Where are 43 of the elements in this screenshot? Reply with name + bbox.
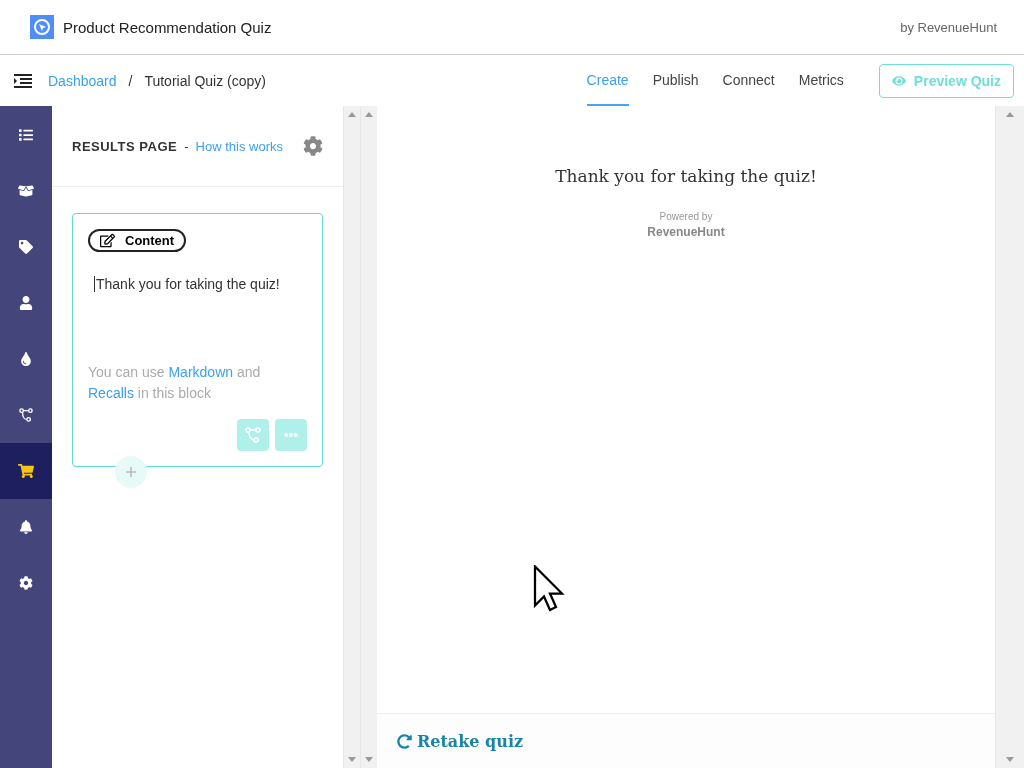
settings-icon[interactable]: [303, 136, 323, 156]
bell-icon: [19, 520, 33, 534]
nav-tab[interactable]: Create: [586, 55, 629, 106]
breadcrumb-link[interactable]: Dashboard: [48, 72, 117, 89]
hint-text: You can use Markdown and Recalls in this block: [88, 363, 262, 403]
nav-tab[interactable]: Metrics: [798, 55, 844, 106]
tag-icon: [19, 240, 33, 254]
nav-tab[interactable]: Connect: [722, 55, 775, 106]
box-icon: [18, 183, 34, 199]
cursor-icon: [533, 565, 567, 613]
title-separator: -: [184, 138, 189, 154]
settings-icon: [19, 576, 33, 590]
thank-you-message: Thank you for taking the quiz!: [555, 166, 817, 186]
scrollbar[interactable]: [995, 106, 1024, 768]
app-title: Product Recommendation Quiz: [63, 18, 273, 36]
breadcrumb-current: Tutorial Quiz (copy): [144, 72, 266, 89]
breadcrumb-separator: /: [128, 72, 133, 89]
edit-icon: [100, 233, 115, 248]
retake-quiz-button[interactable]: Retake quiz: [397, 731, 524, 751]
menu-icon[interactable]: [14, 73, 32, 88]
plus-icon: [126, 467, 136, 477]
flow-icon: [19, 408, 33, 422]
panel-title: RESULTS PAGE: [72, 138, 178, 154]
byline: by RevenueHunt: [900, 19, 997, 35]
redo-icon: [397, 733, 412, 749]
hint-link[interactable]: Markdown: [168, 364, 234, 380]
block-text-field[interactable]: Thank you for taking the quiz!: [94, 276, 307, 292]
cart-icon: [18, 463, 34, 479]
content-badge[interactable]: Content: [88, 229, 187, 252]
help-link[interactable]: How this works: [195, 138, 296, 154]
nav-tab[interactable]: Publish: [652, 55, 699, 106]
flow-icon: [245, 427, 261, 443]
list-icon: [19, 128, 33, 142]
powered-by-text: Powered by: [659, 211, 713, 222]
scrollbar[interactable]: [360, 106, 377, 768]
user-icon: [19, 296, 33, 310]
scrollbar[interactable]: [343, 106, 360, 768]
brand-name: RevenueHunt: [647, 225, 725, 239]
sidebar-item[interactable]: [0, 443, 52, 499]
app-logo: [30, 15, 54, 39]
eye-icon: [891, 73, 906, 88]
hint-link[interactable]: Recalls: [88, 385, 134, 401]
drop-icon: [19, 352, 33, 366]
